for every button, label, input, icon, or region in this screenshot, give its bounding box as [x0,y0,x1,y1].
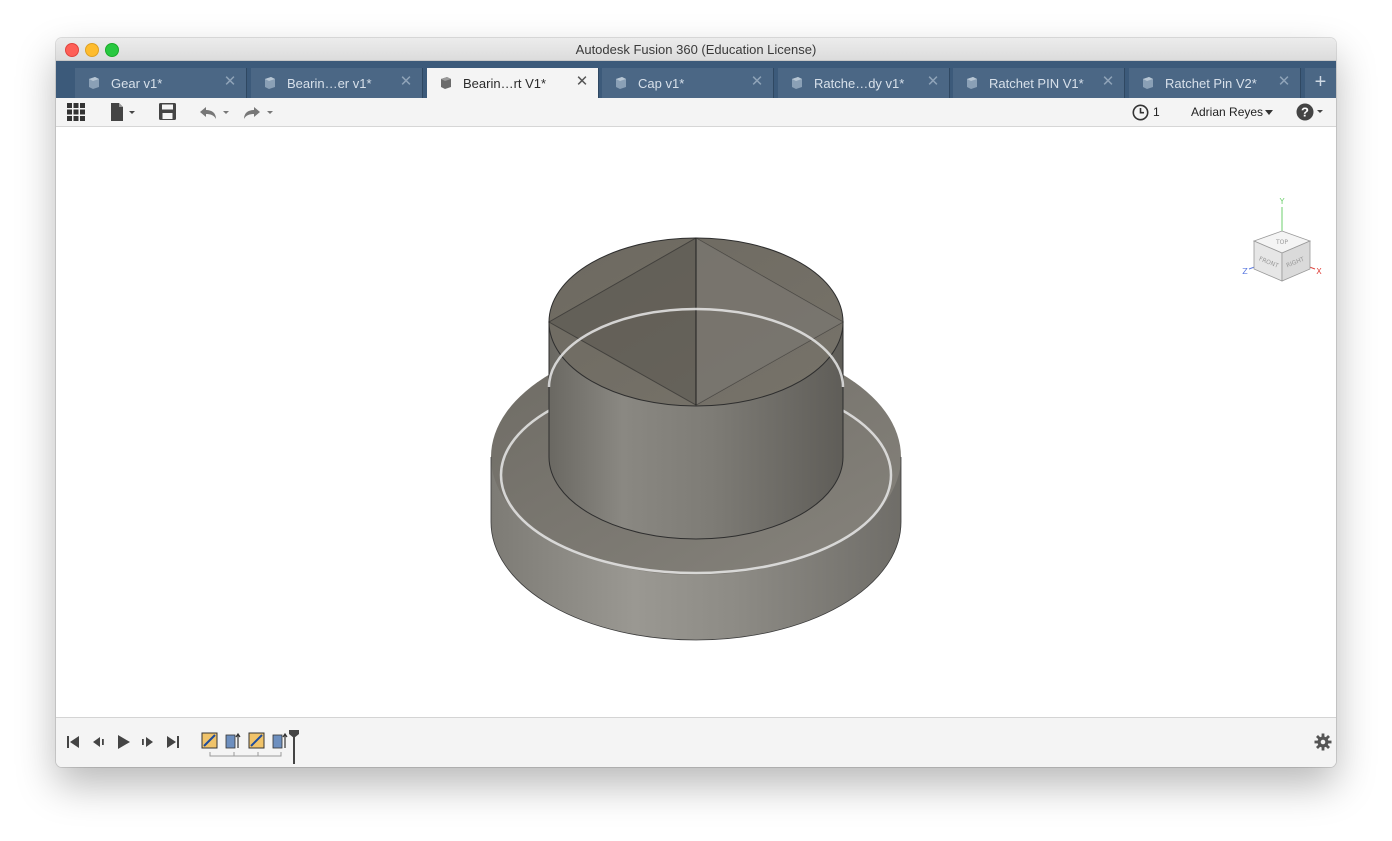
play-icon[interactable] [115,734,131,750]
file-icon[interactable] [110,103,136,121]
save-icon[interactable] [159,103,176,120]
tab-label: Ratchet Pin V2* [1165,76,1257,91]
step-back-icon[interactable] [90,734,106,750]
go-to-start-icon[interactable] [65,734,81,750]
axis-z-label: Z [1242,267,1248,276]
extrude-feature-icon[interactable] [272,732,288,749]
user-account-menu[interactable]: Adrian Reyes [1191,105,1263,119]
document-tab-bar: Gear v1* ✕ Bearin…er v1* ✕ Bearin…rt V1*… [56,61,1336,98]
tab-ratchet-pin-v1[interactable]: Ratchet PIN V1* ✕ [953,68,1125,98]
app-grid-icon[interactable] [67,103,85,121]
help-icon[interactable]: ? [1296,103,1324,121]
tab-close-icon[interactable]: ✕ [1276,74,1292,90]
tab-close-icon[interactable]: ✕ [574,74,590,90]
component-icon [616,77,626,89]
title-bar: Autodesk Fusion 360 (Education License) [56,38,1336,61]
tab-gear-v1[interactable]: Gear v1* ✕ [75,68,247,98]
component-icon [792,77,802,89]
settings-gear-icon[interactable] [1314,733,1332,751]
tab-bearing-part-active[interactable]: Bearin…rt V1* ✕ [427,68,599,98]
tab-label: Ratche…dy v1* [814,76,905,91]
timeline-marker-icon[interactable] [289,730,299,764]
tab-label: Bearin…rt V1* [463,76,547,91]
tab-close-icon[interactable]: ✕ [1100,74,1116,90]
job-status-count[interactable]: 1 [1153,105,1160,119]
component-icon [265,77,275,89]
model-canvas[interactable]: TOP FRONT RIGHT Y Z X [56,127,1336,717]
top-toolbar: 1 Adrian Reyes ? [56,98,1336,127]
tab-close-icon[interactable]: ✕ [222,74,238,90]
undo-icon[interactable] [199,105,232,121]
component-icon [967,77,977,89]
tab-ratchet-pin-v2[interactable]: Ratchet Pin V2* ✕ [1129,68,1301,98]
feature-history [201,730,299,764]
timeline-bar [56,717,1336,767]
chevron-down-icon[interactable] [1265,110,1273,116]
svg-text:?: ? [1301,105,1309,120]
clock-icon[interactable] [1132,104,1149,121]
sketch-feature-icon[interactable] [201,732,218,749]
window-title: Autodesk Fusion 360 (Education License) [575,42,817,57]
tab-label: Gear v1* [111,76,163,91]
tab-close-icon[interactable]: ✕ [398,74,414,90]
viewcube-top-label[interactable]: TOP [1275,239,1288,246]
step-forward-icon[interactable] [140,734,156,750]
axis-x-label: X [1316,267,1322,276]
tab-label: Cap v1* [638,76,685,91]
canvas-viewport[interactable]: TOP FRONT RIGHT Y Z X [56,127,1336,717]
upper-cylinder[interactable] [547,237,845,540]
tab-label: Bearin…er v1* [287,76,372,91]
new-tab-button[interactable]: + [1305,68,1336,98]
tab-ratchet-body[interactable]: Ratche…dy v1* ✕ [778,68,950,98]
component-icon [1143,77,1153,89]
extrude-feature-icon[interactable] [225,732,241,749]
view-cube[interactable]: TOP FRONT RIGHT Y Z X [1242,197,1322,282]
tab-bearing-outer[interactable]: Bearin…er v1* ✕ [251,68,423,98]
tab-close-icon[interactable]: ✕ [925,74,941,90]
component-icon [441,77,451,89]
component-icon [89,77,99,89]
redo-icon[interactable] [243,105,276,121]
app-window: Autodesk Fusion 360 (Education License) … [56,38,1336,767]
sketch-feature-icon[interactable] [248,732,265,749]
tab-cap-v1[interactable]: Cap v1* ✕ [602,68,774,98]
tab-label: Ratchet PIN V1* [989,76,1084,91]
axis-y-label: Y [1279,197,1285,206]
go-to-end-icon[interactable] [165,734,181,750]
tab-close-icon[interactable]: ✕ [749,74,765,90]
